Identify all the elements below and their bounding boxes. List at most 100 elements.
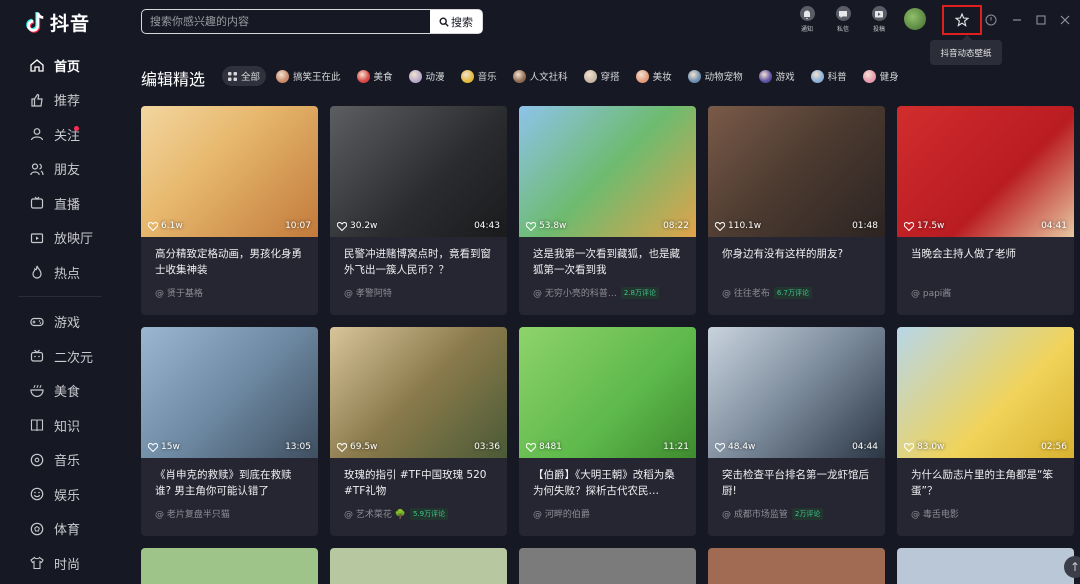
likes-count: 53.8w bbox=[526, 221, 566, 231]
sidebar-item-7[interactable]: 热点 bbox=[0, 255, 120, 290]
sidebar-item-3[interactable]: 关注 bbox=[0, 117, 120, 152]
video-duration: 11:21 bbox=[663, 442, 689, 452]
video-author[interactable]: @ 孝警阿特 bbox=[344, 286, 392, 299]
video-author[interactable]: @ 毒舌电影 bbox=[911, 507, 959, 520]
heart-icon bbox=[526, 221, 536, 231]
sidebar-item-14[interactable]: 体育 bbox=[0, 512, 120, 547]
chip-1[interactable]: 全部 bbox=[222, 66, 267, 86]
video-title[interactable]: 民警冲进赌博窝点时，竟看到窗外飞出一簇人民币？？ bbox=[330, 237, 507, 280]
sidebar-item-1[interactable]: 首页 bbox=[0, 48, 120, 83]
video-title[interactable]: 高分精致定格动画，男孩化身勇士收集神装 bbox=[141, 237, 318, 280]
video-title[interactable]: 这是我第一次看到藏狐，也是藏狐第一次看到我 bbox=[519, 237, 696, 280]
video-duration: 01:48 bbox=[852, 221, 878, 231]
video-card[interactable]: 48.4w 04:44 突击检查平台排名第一龙虾馆后厨! @ 成都市场监管 2万评论 bbox=[708, 327, 885, 536]
video-author[interactable]: @ 往往老布 bbox=[722, 286, 770, 299]
chip-9[interactable]: 动物宠物 bbox=[684, 66, 749, 86]
likes-value: 48.4w bbox=[728, 442, 756, 452]
video-author[interactable]: @ 老片复盘半只猫 bbox=[155, 507, 230, 520]
video-author[interactable]: @ papi酱 bbox=[911, 286, 951, 299]
music-icon bbox=[30, 453, 44, 467]
video-author[interactable]: @ 成都市场监管 bbox=[722, 507, 788, 520]
chip-2[interactable]: 搞笑王在此 bbox=[272, 66, 347, 86]
sidebar-item-8[interactable]: 游戏 bbox=[0, 305, 120, 340]
chip-5[interactable]: 音乐 bbox=[457, 66, 503, 86]
likes-value: 17.5w bbox=[917, 221, 945, 231]
chip-11[interactable]: 科普 bbox=[807, 66, 853, 86]
chip-avatar bbox=[512, 69, 526, 83]
likes-value: 53.8w bbox=[539, 221, 567, 231]
chip-label: 人文社科 bbox=[529, 72, 568, 83]
sidebar-item-12[interactable]: 音乐 bbox=[0, 443, 120, 478]
video-card[interactable]: 53.8w 08:22 这是我第一次看到藏狐，也是藏狐第一次看到我 @ 无穷小亮的科普… bbox=[519, 106, 696, 315]
scroll-top-button[interactable]: ↑ bbox=[1064, 556, 1080, 578]
video-grid: 6.1w 10:07 高分精致定格动画，男孩化身勇士收集神装 @ 贤于基格 30.2w 0… bbox=[141, 106, 1074, 536]
video-title[interactable]: 突击检查平台排名第一龙虾馆后厨! bbox=[708, 458, 885, 501]
minimize-icon[interactable] bbox=[1010, 13, 1024, 27]
video-card-partial[interactable] bbox=[897, 548, 1074, 584]
video-author[interactable]: @ 艺术菜花 🌳 bbox=[344, 507, 406, 520]
video-title[interactable]: 玫瑰的指引 #TF中国玫瑰 520 #TF礼物 bbox=[330, 458, 507, 501]
video-title[interactable]: 《肖申克的救赎》到底在救赎谁? 男主角你可能认错了 bbox=[141, 458, 318, 501]
chip-avatar bbox=[862, 69, 876, 83]
video-title[interactable]: 当晚会主持人做了老师 bbox=[897, 237, 1074, 280]
video-card[interactable]: 30.2w 04:43 民警冲进赌博窝点时，竟看到窗外飞出一簇人民币？？ @ 孝警阿特 bbox=[330, 106, 507, 315]
sidebar-item-6[interactable]: 放映厅 bbox=[0, 221, 120, 256]
video-title[interactable]: 你身边有没有这样的朋友? bbox=[708, 237, 885, 280]
video-author[interactable]: @ 无穷小亮的科普… bbox=[533, 286, 617, 299]
video-card-partial[interactable] bbox=[330, 548, 507, 584]
video-card-partial[interactable] bbox=[708, 548, 885, 584]
chip-8[interactable]: 美妆 bbox=[632, 66, 678, 86]
chip-4[interactable]: 动漫 bbox=[405, 66, 451, 86]
heart-icon bbox=[148, 221, 158, 231]
chip-6[interactable]: 人文社科 bbox=[509, 66, 574, 86]
search-input[interactable] bbox=[142, 10, 430, 33]
video-card[interactable]: 83.0w 02:56 为什么励志片里的主角都是“笨蛋”？ @ 毒舌电影 bbox=[897, 327, 1074, 536]
sidebar-item-label: 美食 bbox=[54, 385, 81, 401]
video-author[interactable]: @ 河畔的伯爵 bbox=[533, 507, 590, 520]
video-card-partial[interactable] bbox=[519, 548, 696, 584]
chip-10[interactable]: 游戏 bbox=[755, 66, 801, 86]
chip-3[interactable]: 美食 bbox=[353, 66, 399, 86]
sidebar-item-10[interactable]: 美食 bbox=[0, 374, 120, 409]
likes-count: 8481 bbox=[526, 442, 562, 452]
sidebar-item-15[interactable]: 时尚 bbox=[0, 546, 120, 581]
sidebar-item-11[interactable]: 知识 bbox=[0, 408, 120, 443]
sidebar-item-13[interactable]: 娱乐 bbox=[0, 477, 120, 512]
home-icon bbox=[30, 59, 44, 72]
logo[interactable]: 抖音 bbox=[24, 9, 90, 36]
sidebar-item-9[interactable]: 二次元 bbox=[0, 339, 120, 374]
video-meta: @ 成都市场监管 2万评论 bbox=[708, 501, 885, 520]
sidebar-item-2[interactable]: 推荐 bbox=[0, 83, 120, 118]
chip-12[interactable]: 健身 bbox=[859, 66, 905, 86]
video-card[interactable]: 17.5w 04:41 当晚会主持人做了老师 @ papi酱 bbox=[897, 106, 1074, 315]
video-card[interactable]: 69.5w 03:36 玫瑰的指引 #TF中国玫瑰 520 #TF礼物 @ 艺术菜花 … bbox=[330, 327, 507, 536]
video-card[interactable]: 8481 11:21 【伯爵】《大明王朝》改稻为桑为何失败？探析古代农民… @ 河畔的… bbox=[519, 327, 696, 536]
sidebar-item-5[interactable]: 直播 bbox=[0, 186, 120, 221]
likes-value: 6.1w bbox=[161, 221, 183, 231]
top-action-3[interactable]: 投稿 bbox=[868, 6, 890, 33]
video-title[interactable]: 【伯爵】《大明王朝》改稻为桑为何失败？探析古代农民… bbox=[519, 458, 696, 501]
top-action-2[interactable]: 私信 bbox=[832, 6, 854, 33]
maximize-icon[interactable] bbox=[1034, 13, 1048, 27]
video-card[interactable]: 15w 13:05 《肖申克的救赎》到底在救赎谁? 男主角你可能认错了 @ 老片复盘半… bbox=[141, 327, 318, 536]
chip-label: 美妆 bbox=[652, 72, 672, 83]
chip-avatar bbox=[408, 69, 422, 83]
video-thumbnail: 110.1w 01:48 bbox=[708, 106, 885, 237]
info-icon[interactable] bbox=[984, 13, 998, 27]
video-card[interactable]: 110.1w 01:48 你身边有没有这样的朋友? @ 往往老布 6.7万评论 bbox=[708, 106, 885, 315]
person-icon bbox=[30, 128, 44, 141]
category-chips: 全部 搞笑王在此 美食 动漫 音乐 人文社科 穿搭 美妆 动物宠物 游戏 科普 健身 bbox=[222, 66, 905, 86]
video-card[interactable]: 6.1w 10:07 高分精致定格动画，男孩化身勇士收集神装 @ 贤于基格 bbox=[141, 106, 318, 315]
video-meta: @ 孝警阿特 bbox=[330, 280, 507, 299]
shirt-icon bbox=[30, 556, 44, 570]
search-button[interactable]: 搜索 bbox=[430, 10, 482, 33]
close-icon[interactable] bbox=[1058, 13, 1072, 27]
wallpaper-button[interactable] bbox=[942, 5, 982, 35]
video-card-partial[interactable] bbox=[141, 548, 318, 584]
top-action-1[interactable]: 通知 bbox=[796, 6, 818, 33]
video-author[interactable]: @ 贤于基格 bbox=[155, 286, 203, 299]
video-title[interactable]: 为什么励志片里的主角都是“笨蛋”？ bbox=[897, 458, 1074, 501]
avatar[interactable] bbox=[904, 8, 926, 30]
chip-7[interactable]: 穿搭 bbox=[580, 66, 626, 86]
sidebar-item-4[interactable]: 朋友 bbox=[0, 152, 120, 187]
